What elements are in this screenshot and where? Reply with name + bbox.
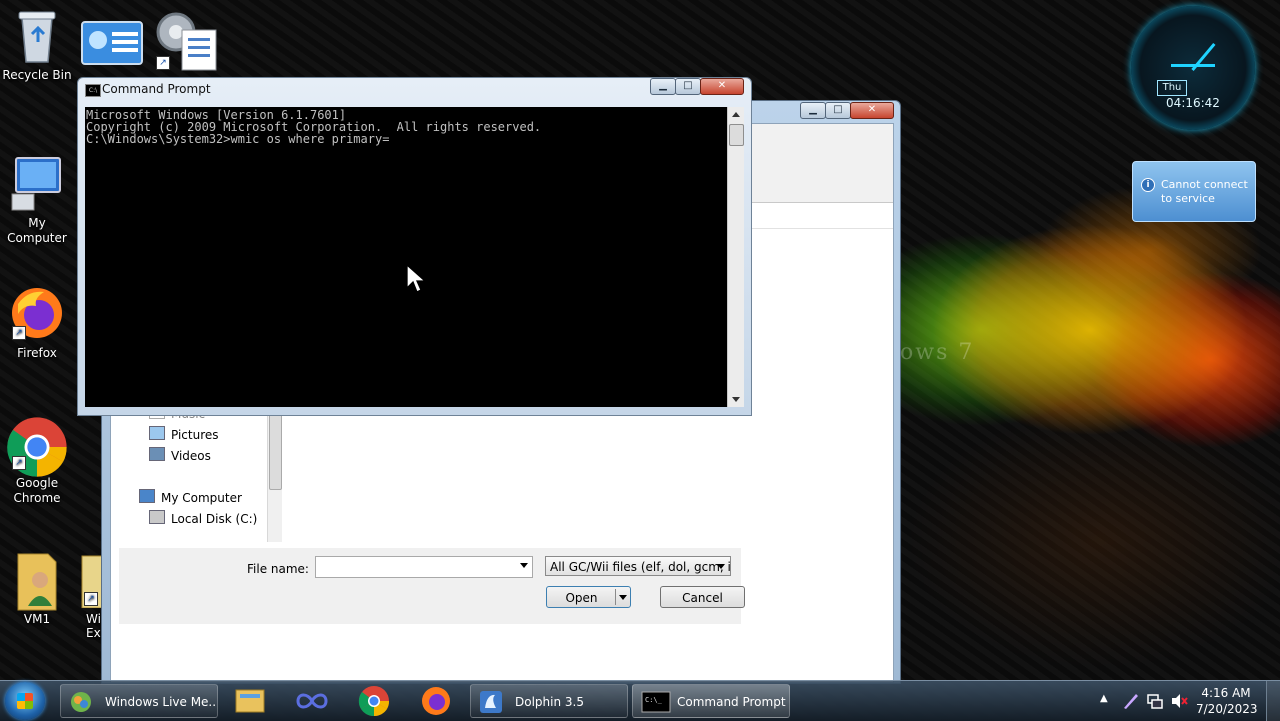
- taskbar-pin-chrome[interactable]: [348, 684, 400, 718]
- nav-item-my-computer[interactable]: My Computer: [139, 489, 242, 507]
- caption-buttons: ▁ □ ✕: [650, 78, 744, 95]
- pen-icon[interactable]: [1122, 692, 1140, 710]
- infinity-icon: [296, 693, 328, 709]
- chrome-icon: ↗: [7, 414, 67, 477]
- console-output[interactable]: Microsoft Windows [Version 6.1.7601] Cop…: [85, 107, 727, 407]
- close-button[interactable]: ✕: [700, 78, 744, 95]
- close-button[interactable]: ✕: [850, 102, 894, 119]
- taskbar-pin-infinity[interactable]: [286, 684, 338, 718]
- control-panel-icon: [81, 21, 143, 65]
- desktop-icon-control-panel[interactable]: [80, 18, 144, 68]
- svg-text:C:\_: C:\_: [645, 696, 663, 704]
- nav-scrollbar[interactable]: [267, 402, 282, 542]
- pictures-icon: [149, 426, 165, 440]
- minimize-button[interactable]: ▁: [800, 102, 826, 119]
- dialog-caption-buttons: ▁ □ ✕: [800, 102, 894, 119]
- desktop-icon-google-chrome[interactable]: ↗ Google Chrome: [0, 414, 74, 506]
- computer-icon: [8, 154, 66, 212]
- desktop-icon-recycle-bin[interactable]: Recycle Bin: [0, 6, 74, 83]
- clock-gadget[interactable]: Thu 04:16:42: [1131, 6, 1255, 130]
- clock-time: 04:16:42: [1166, 96, 1220, 110]
- weather-gadget[interactable]: i Cannot connect to service: [1132, 161, 1256, 222]
- computer-icon: [139, 489, 155, 503]
- desktop-icon-label: My Computer: [7, 216, 67, 245]
- desktop-icon-settings[interactable]: ↗: [152, 8, 220, 72]
- desktop-icon-firefox[interactable]: ↗ Firefox: [0, 284, 74, 361]
- file-name-label: File name:: [247, 562, 309, 576]
- file-selection-panel: File name: All GC/Wii files (elf, dol, g…: [119, 548, 745, 624]
- chrome-icon: [358, 686, 390, 717]
- shortcut-arrow-icon: ↗: [12, 326, 26, 340]
- shortcut-arrow-icon: ↗: [84, 592, 98, 606]
- network-icon[interactable]: [1146, 692, 1164, 710]
- info-icon: i: [1141, 178, 1155, 192]
- desktop-icon-vm1[interactable]: VM1: [0, 550, 74, 627]
- desktop-icon-my-computer[interactable]: My Computer: [0, 154, 74, 246]
- volume-muted-icon[interactable]: [1170, 692, 1188, 710]
- console-icon: C:\_: [641, 691, 671, 713]
- desktop-icon-win-exp[interactable]: ↗ Win Exp: [64, 550, 104, 640]
- window-title: Command Prompt: [102, 82, 211, 96]
- scrollbar-thumb[interactable]: [269, 408, 282, 490]
- desktop-icon-label: Firefox: [17, 346, 57, 360]
- windows-logo-icon: [17, 693, 33, 709]
- desktop-icon-label: VM1: [23, 612, 51, 626]
- taskbar-clock[interactable]: 4:16 AM 7/20/2023: [1196, 685, 1258, 717]
- mouse-cursor-icon: [406, 263, 427, 297]
- taskbar-item-command-prompt[interactable]: C:\_ Command Prompt: [632, 684, 790, 718]
- chevron-down-icon[interactable]: [520, 563, 528, 568]
- show-hidden-icons-arrow-icon[interactable]: ▲: [1100, 693, 1108, 704]
- minimize-button[interactable]: ▁: [650, 78, 676, 95]
- weather-message: Cannot connect to service: [1161, 178, 1248, 205]
- taskbar-pin-explorer[interactable]: [224, 684, 276, 718]
- maximize-button[interactable]: □: [675, 78, 701, 95]
- scroll-down-arrow-icon[interactable]: [732, 397, 740, 402]
- windows-live-icon: [71, 692, 91, 712]
- command-prompt-window[interactable]: C:\ Command Prompt ▁ □ ✕ Microsoft Windows…: [77, 77, 752, 416]
- file-type-select[interactable]: All GC/Wii files (elf, dol, gcm, is: [545, 556, 731, 576]
- desktop-icon-label: Win Exp: [86, 612, 104, 640]
- taskbar-pin-firefox[interactable]: [410, 684, 462, 718]
- show-desktop-button[interactable]: [1266, 681, 1280, 721]
- file-name-input[interactable]: [315, 556, 533, 578]
- taskbar: Windows Live Me... Dolphin 3.5 C:\_ Comm…: [0, 680, 1280, 721]
- wallpaper-watermark: ows 7: [900, 340, 975, 365]
- firefox-icon: [422, 687, 450, 715]
- recycle-bin-icon: [8, 6, 66, 64]
- title-bar[interactable]: C:\ Command Prompt ▁ □ ✕: [78, 78, 751, 102]
- scroll-up-arrow-icon[interactable]: [732, 112, 740, 117]
- taskbar-time: 4:16 AM: [1201, 686, 1251, 700]
- cancel-button[interactable]: Cancel: [660, 586, 745, 608]
- open-button[interactable]: Open: [546, 586, 631, 608]
- nav-item-local-disk[interactable]: Local Disk (C:): [149, 510, 257, 528]
- taskbar-item-dolphin[interactable]: Dolphin 3.5: [470, 684, 628, 718]
- disk-drive-icon: [149, 510, 165, 524]
- taskbar-item-windows-live[interactable]: Windows Live Me...: [60, 684, 218, 718]
- nav-item-videos[interactable]: Videos: [149, 447, 211, 465]
- chevron-down-icon[interactable]: [619, 595, 627, 600]
- start-button[interactable]: [5, 682, 45, 720]
- desktop-icon-label: Google Chrome: [13, 476, 61, 505]
- folder-icon: [235, 689, 265, 713]
- folder-icon: ↗: [64, 550, 104, 609]
- shortcut-arrow-icon: ↗: [156, 56, 170, 70]
- desktop-icon-label: Recycle Bin: [2, 68, 72, 82]
- console-scrollbar[interactable]: [727, 107, 744, 407]
- user-folder-icon: [8, 550, 66, 611]
- shortcut-arrow-icon: ↗: [12, 456, 26, 470]
- scrollbar-thumb[interactable]: [729, 124, 744, 146]
- dolphin-icon: [480, 691, 502, 713]
- chevron-down-icon: [717, 564, 725, 569]
- videos-icon: [149, 447, 165, 461]
- clock-day: Thu: [1157, 80, 1187, 96]
- clock-hand: [1171, 64, 1215, 67]
- console-icon: C:\: [85, 84, 101, 97]
- console-prompt-line[interactable]: C:\Windows\System32>wmic os where primar…: [86, 133, 726, 145]
- maximize-button[interactable]: □: [825, 102, 851, 119]
- firefox-icon: ↗: [8, 284, 66, 342]
- taskbar-date: 7/20/2023: [1196, 702, 1258, 716]
- nav-item-pictures[interactable]: Pictures: [149, 426, 219, 444]
